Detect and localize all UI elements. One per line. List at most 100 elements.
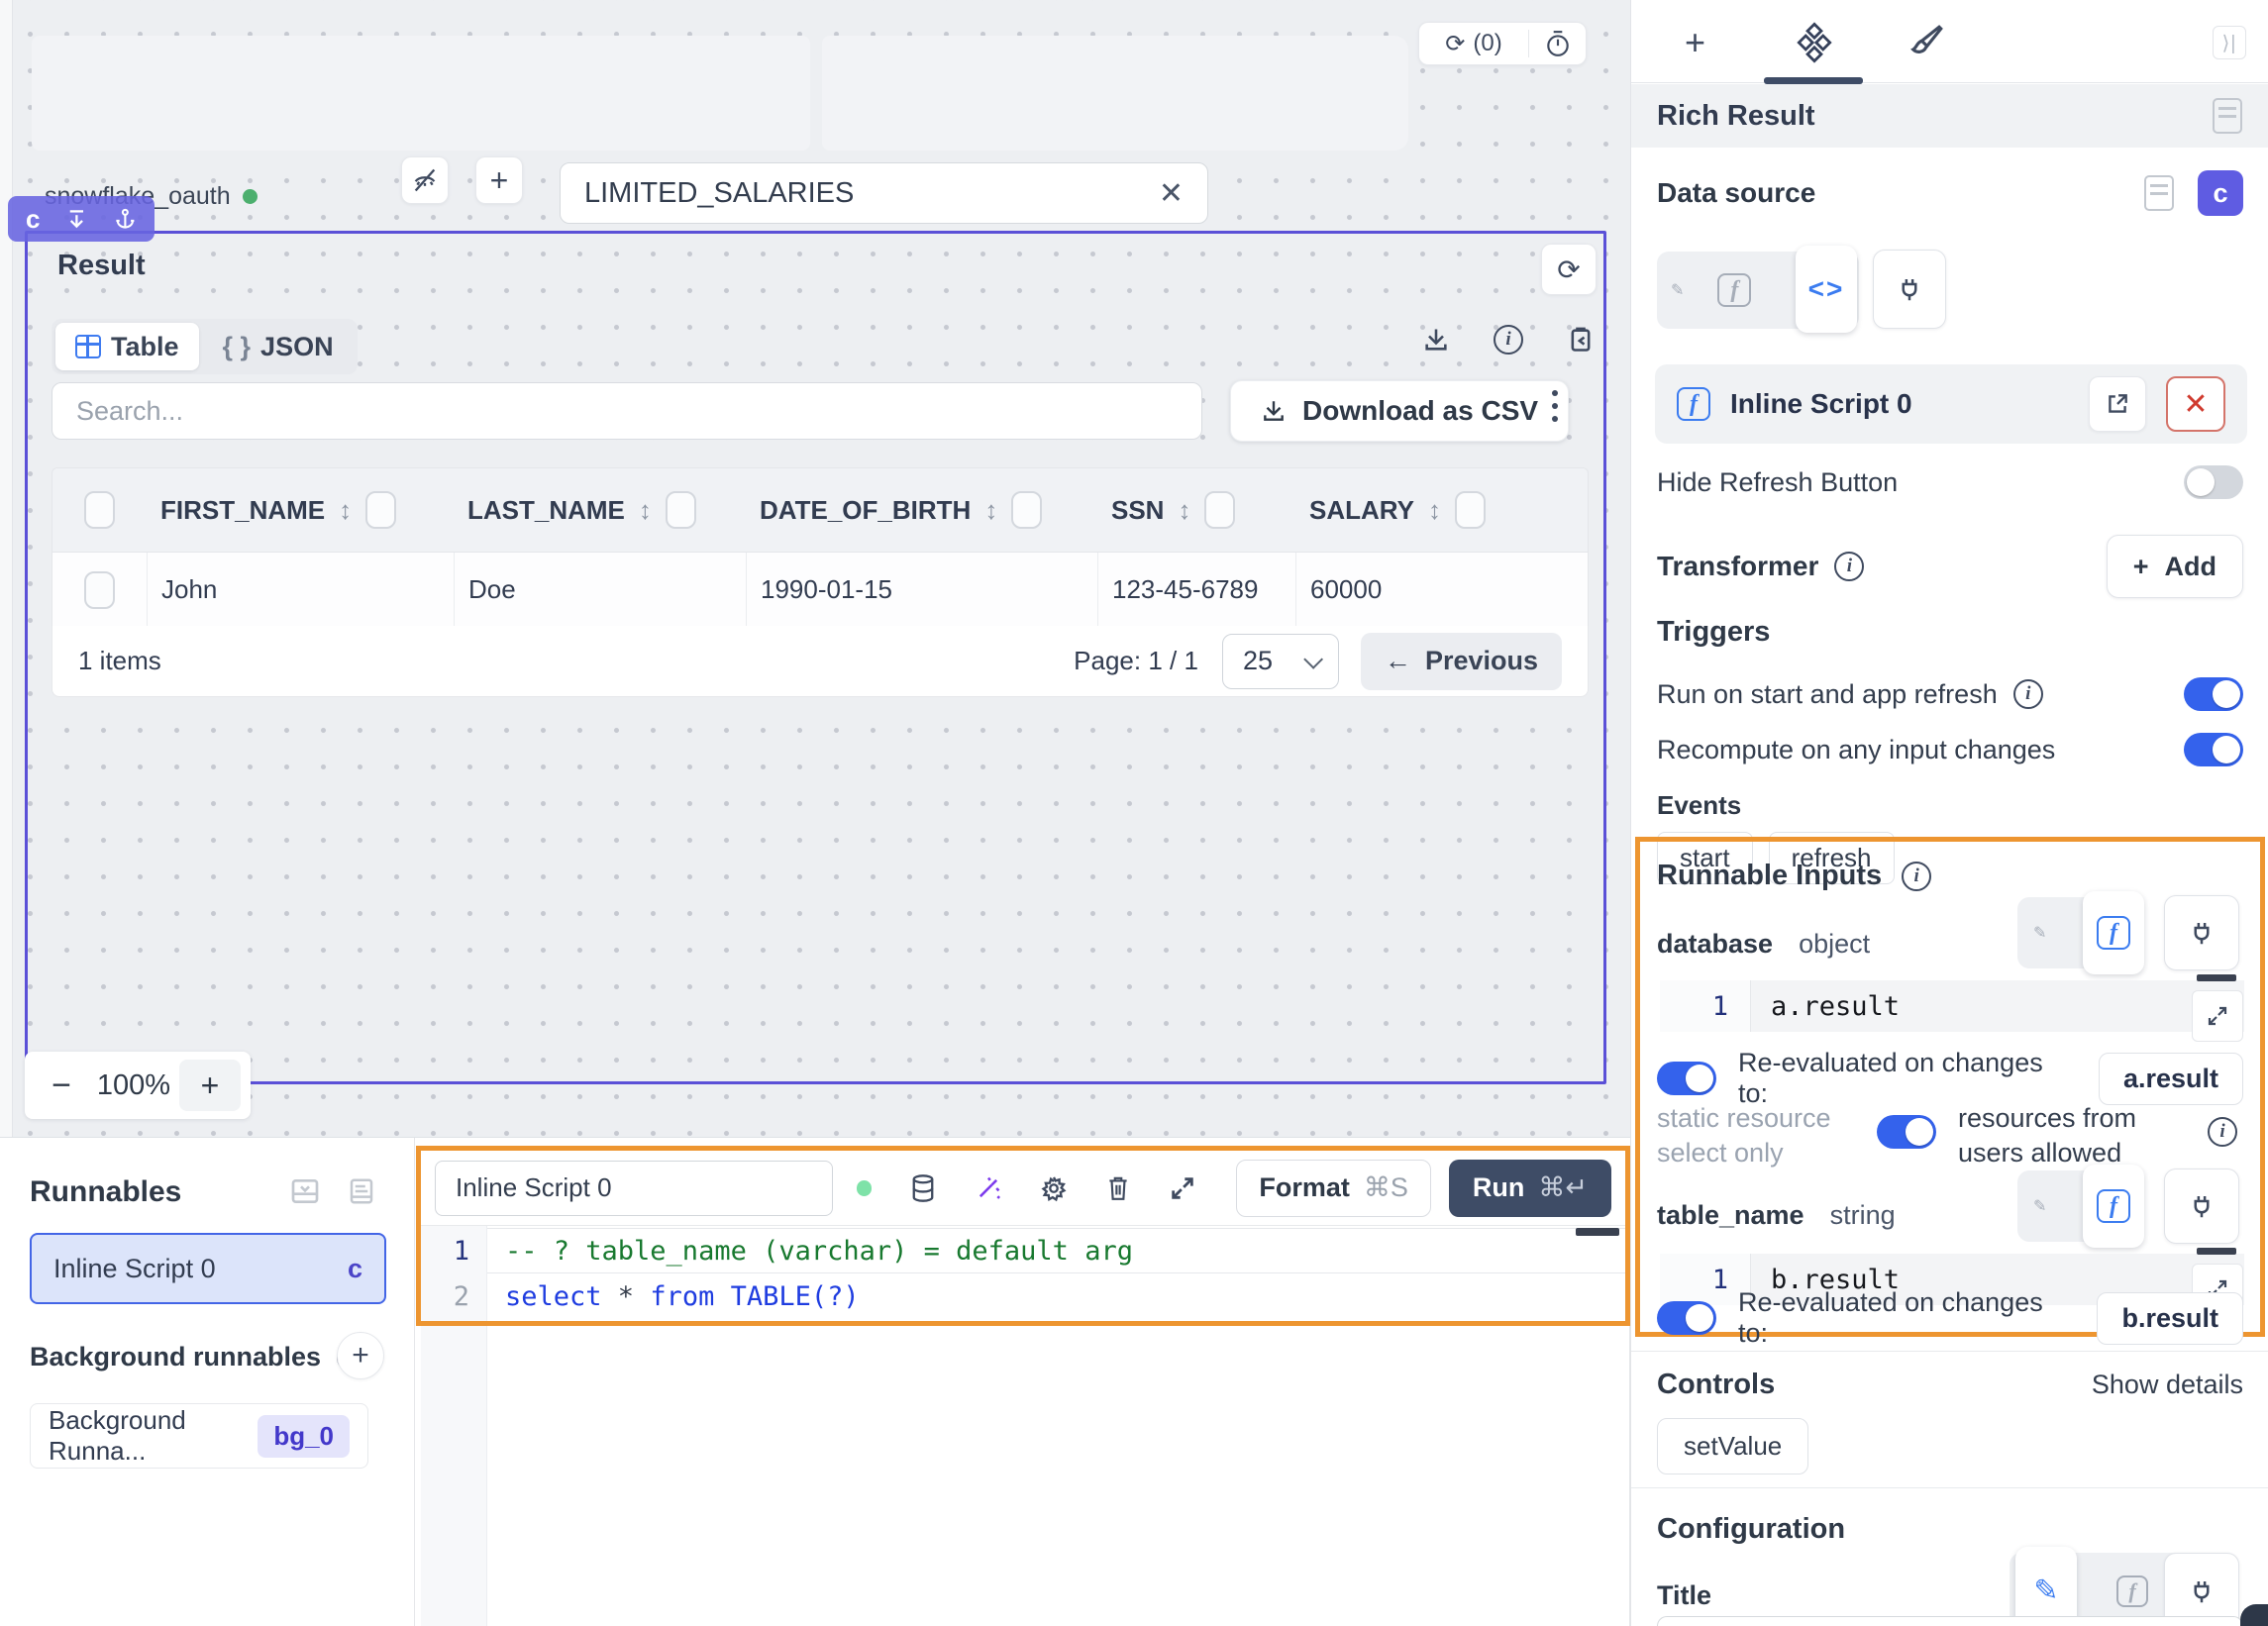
database-button[interactable] <box>909 1173 937 1203</box>
column-header[interactable]: FIRST_NAME ↕ <box>147 468 454 552</box>
refresh-all-button[interactable]: ⟳ (0) <box>1419 30 1528 58</box>
show-details-link[interactable]: Show details <box>2092 1370 2243 1400</box>
runnable-item-inline-script-0[interactable]: Inline Script 0 c <box>30 1233 386 1304</box>
cell-first-name[interactable]: John <box>147 553 454 627</box>
column-checkbox[interactable] <box>365 491 396 529</box>
reeval-toggle[interactable] <box>1657 1301 1716 1335</box>
collapse-panel-icon[interactable] <box>289 1175 321 1207</box>
expand-expression-button[interactable] <box>2192 990 2243 1042</box>
docs-icon[interactable] <box>2213 98 2242 134</box>
cell-last-name[interactable]: Doe <box>454 553 746 627</box>
code-editor-body[interactable] <box>416 1326 1630 1626</box>
select-all-checkbox[interactable] <box>84 491 115 529</box>
column-header[interactable]: SSN ↕ <box>1097 468 1295 552</box>
static-mode-button[interactable]: ✎ <box>2033 923 2046 943</box>
connect-mode-button[interactable] <box>2164 1169 2239 1244</box>
copy-to-clipboard-icon[interactable] <box>1567 326 1595 354</box>
connect-mode-button[interactable] <box>2164 1553 2239 1626</box>
function-mode-button[interactable]: f <box>1717 273 1751 307</box>
tab-json[interactable]: { } JSON <box>203 323 354 370</box>
table-row[interactable]: John Doe 1990-01-15 123-45-6789 60000 <box>52 552 1588 627</box>
column-checkbox[interactable] <box>666 491 696 529</box>
code-line-2[interactable]: 2 select * from TABLE(?) <box>421 1273 1625 1319</box>
sort-icon[interactable]: ↕ <box>639 495 652 526</box>
horizontal-scrollbar[interactable] <box>1576 1228 1619 1236</box>
format-button[interactable]: Format ⌘S <box>1236 1160 1431 1217</box>
cell-salary[interactable]: 60000 <box>1295 553 1589 627</box>
tab-table[interactable]: Table <box>55 323 199 370</box>
component-id-badge[interactable]: c <box>2198 170 2243 216</box>
add-transformer-button[interactable]: + Add <box>2107 535 2243 598</box>
widget-placeholder-2[interactable] <box>822 36 1408 151</box>
reeval-toggle[interactable] <box>1657 1062 1716 1095</box>
add-background-runnable-button[interactable]: + <box>337 1332 384 1379</box>
column-checkbox[interactable] <box>1204 491 1235 529</box>
code-mode-button-active[interactable]: <> <box>1796 246 1857 333</box>
table-name-input[interactable] <box>584 177 1159 210</box>
function-mode-button[interactable]: f <box>2116 1575 2148 1607</box>
clear-icon[interactable]: ✕ <box>1159 176 1184 211</box>
column-header[interactable]: SALARY ↕ <box>1295 468 1589 552</box>
table-search-field[interactable] <box>52 382 1202 440</box>
run-button[interactable]: Run ⌘↵ <box>1449 1160 1611 1217</box>
page-size-select[interactable]: 25 <box>1222 634 1339 689</box>
code-editor[interactable]: 1 -- ? table_name (varchar) = default ar… <box>421 1226 1625 1321</box>
code-line-1[interactable]: 1 -- ? table_name (varchar) = default ar… <box>421 1228 1625 1273</box>
cell-date-of-birth[interactable]: 1990-01-15 <box>746 553 1097 627</box>
delete-button[interactable] <box>1105 1174 1131 1202</box>
connect-mode-button[interactable] <box>2164 895 2239 970</box>
component-selection-chip[interactable]: c <box>8 196 155 242</box>
function-mode-button-active[interactable]: f <box>2083 891 2144 974</box>
title-input-field[interactable] <box>1657 1616 2243 1626</box>
previous-page-button[interactable]: ← Previous <box>1361 633 1562 690</box>
tab-styles[interactable] <box>1905 22 1946 63</box>
widget-placeholder-1[interactable] <box>32 36 810 151</box>
column-checkbox[interactable] <box>1455 491 1486 529</box>
remove-script-button[interactable]: ✕ <box>2166 376 2225 432</box>
tab-components[interactable] <box>1794 22 1835 63</box>
sort-icon[interactable]: ↕ <box>984 495 997 526</box>
static-mode-button[interactable]: ✎ <box>1671 280 1684 300</box>
table-name-field[interactable]: ✕ <box>560 162 1208 224</box>
table-more-menu[interactable] <box>1545 390 1565 422</box>
download-csv-button[interactable]: Download as CSV <box>1230 380 1569 442</box>
background-runnable-item[interactable]: Background Runna... bg_0 <box>30 1403 368 1469</box>
table-search-input[interactable] <box>76 396 1178 427</box>
reeval-target-chip[interactable]: a.result <box>2099 1053 2243 1105</box>
settings-button[interactable] <box>1040 1174 1068 1202</box>
toggle-visibility-button[interactable] <box>401 156 449 204</box>
list-view-icon[interactable] <box>347 1175 376 1207</box>
open-script-button[interactable] <box>2089 376 2146 432</box>
recompute-toggle[interactable] <box>2184 733 2243 766</box>
reeval-target-chip[interactable]: b.result <box>2097 1292 2243 1345</box>
sort-icon[interactable]: ↕ <box>1428 495 1441 526</box>
info-icon[interactable]: i <box>2208 1117 2237 1147</box>
control-chip-setvalue[interactable]: setValue <box>1657 1418 1808 1474</box>
zoom-in-button[interactable]: + <box>179 1060 241 1111</box>
move-down-icon[interactable] <box>65 207 88 231</box>
docs-icon[interactable] <box>2144 175 2174 211</box>
data-source-script-row[interactable]: f Inline Script 0 ✕ <box>1655 364 2247 444</box>
app-canvas[interactable]: ⟳ (0) snowflake_oauth + ✕ c <box>0 0 1630 1137</box>
sort-icon[interactable]: ↕ <box>339 495 352 526</box>
add-component-button[interactable]: + <box>475 156 523 204</box>
collapse-panel-button[interactable]: ⟩| <box>2213 26 2246 59</box>
cell-ssn[interactable]: 123-45-6789 <box>1097 553 1295 627</box>
run-on-start-toggle[interactable] <box>2184 677 2243 711</box>
static-mode-button[interactable]: ✎ <box>2033 1196 2046 1216</box>
script-name-field[interactable]: Inline Script 0 <box>435 1161 833 1216</box>
column-header[interactable]: LAST_NAME ↕ <box>454 468 746 552</box>
ai-assist-button[interactable] <box>975 1174 1002 1202</box>
function-mode-button-active[interactable]: f <box>2083 1165 2144 1248</box>
info-icon[interactable]: i <box>1834 552 1864 581</box>
input-database-expression[interactable]: 1 a.result <box>1660 980 2244 1032</box>
download-icon[interactable] <box>1422 326 1450 354</box>
tab-insert[interactable]: + <box>1685 22 1705 63</box>
row-checkbox[interactable] <box>84 571 115 609</box>
rich-result-component[interactable]: Result ⟳ Table { } JSON i <box>25 231 1606 1084</box>
expand-editor-button[interactable] <box>1169 1174 1196 1202</box>
column-checkbox[interactable] <box>1011 491 1042 529</box>
info-icon[interactable]: i <box>1494 325 1523 355</box>
column-header[interactable]: DATE_OF_BIRTH ↕ <box>746 468 1097 552</box>
hide-refresh-toggle[interactable] <box>2184 465 2243 499</box>
